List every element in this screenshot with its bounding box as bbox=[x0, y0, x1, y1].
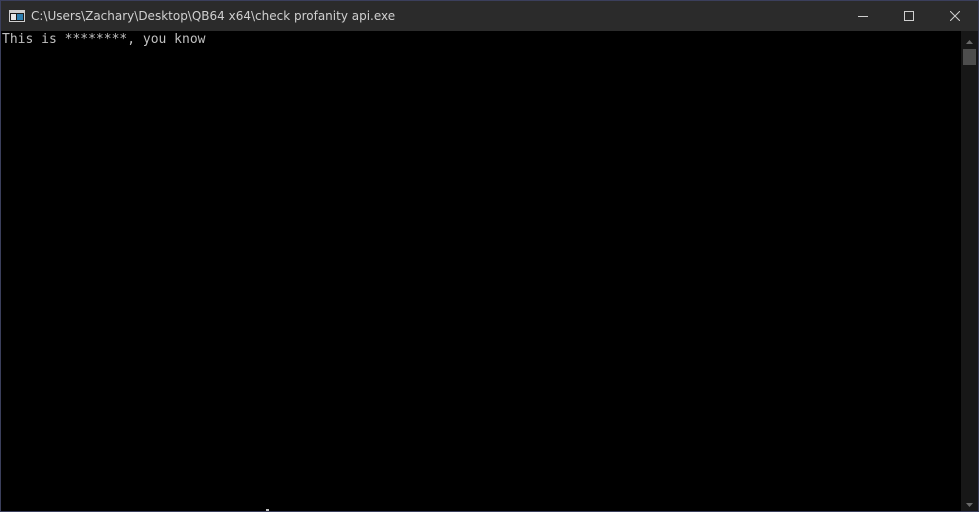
maximize-button[interactable] bbox=[886, 1, 932, 31]
text-cursor bbox=[266, 509, 269, 511]
window-title: C:\Users\Zachary\Desktop\QB64 x64\check … bbox=[31, 9, 396, 23]
console-output-line: This is ********, you know bbox=[2, 32, 206, 47]
scroll-up-button[interactable] bbox=[961, 31, 978, 48]
console-app-icon[interactable] bbox=[9, 10, 25, 22]
minimize-icon bbox=[858, 11, 868, 21]
close-button[interactable] bbox=[932, 1, 978, 31]
close-icon bbox=[950, 11, 960, 21]
vertical-scrollbar[interactable] bbox=[961, 31, 978, 511]
arrow-down-icon bbox=[966, 494, 973, 512]
console-window: C:\Users\Zachary\Desktop\QB64 x64\check … bbox=[0, 0, 979, 512]
minimize-button[interactable] bbox=[840, 1, 886, 31]
arrow-up-icon bbox=[966, 31, 973, 49]
scroll-down-button[interactable] bbox=[961, 494, 978, 511]
maximize-icon bbox=[904, 11, 914, 21]
title-bar[interactable]: C:\Users\Zachary\Desktop\QB64 x64\check … bbox=[1, 1, 978, 31]
caption-buttons bbox=[840, 1, 978, 31]
console-output-area[interactable]: This is ********, you know bbox=[1, 31, 961, 511]
scrollbar-thumb[interactable] bbox=[963, 49, 976, 65]
